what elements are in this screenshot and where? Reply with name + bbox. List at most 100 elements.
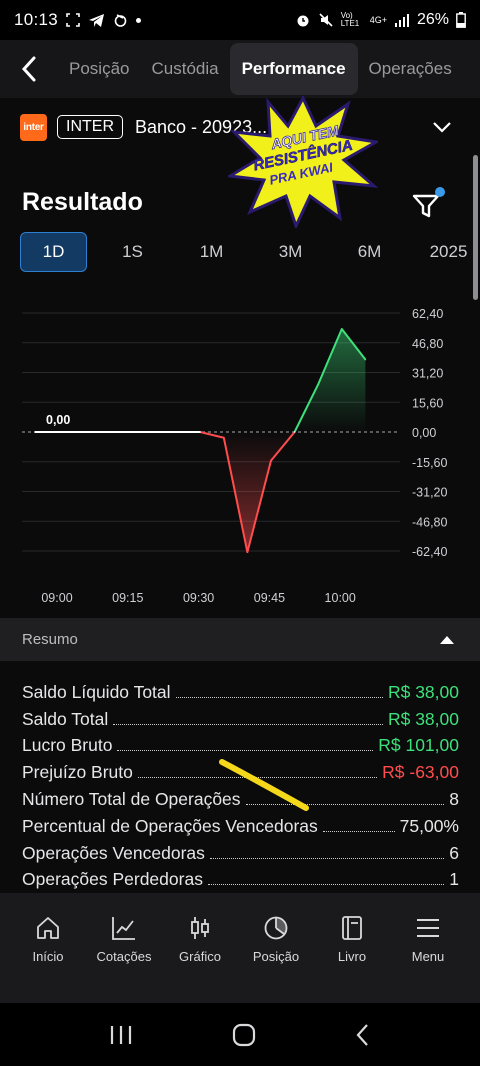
data-point	[317, 383, 320, 386]
summary-row-value: R$ 101,00	[378, 735, 459, 756]
data-point	[246, 551, 249, 553]
nav-inicio[interactable]: Início	[10, 893, 86, 1003]
nav-label: Cotações	[96, 949, 152, 964]
signal-icon	[394, 14, 409, 27]
book-icon	[342, 916, 362, 940]
dotted-leader	[322, 830, 395, 832]
battery-icon	[456, 12, 466, 28]
data-point	[128, 431, 131, 433]
candles-icon	[191, 917, 209, 939]
data-point	[34, 431, 36, 433]
y-tick-label: 31,20	[412, 367, 443, 381]
data-point	[152, 431, 154, 433]
summary-row-value: 8	[449, 788, 459, 809]
summary-row: Saldo Líquido Total R$ 38,00	[22, 676, 459, 703]
collapse-caret-icon[interactable]	[440, 635, 454, 644]
tab-custodia[interactable]: Custódia	[140, 43, 229, 95]
performance-chart: 62,40 46,80 31,20 15,60 0,00 -15,60 -31,20 -46,…	[22, 307, 447, 605]
y-tick-label: -15,60	[412, 456, 447, 470]
top-navigation: Posição Custódia Performance Operações	[0, 40, 480, 98]
chevron-down-icon[interactable]	[432, 121, 452, 133]
period-2025[interactable]: 2025	[415, 232, 480, 272]
data-point	[364, 358, 367, 361]
volte-indicator: Vo) LTE1	[340, 11, 360, 28]
period-1m[interactable]: 1M	[178, 232, 245, 272]
summary-row-value: R$ 38,00	[387, 681, 459, 702]
data-point	[341, 328, 343, 330]
period-6m[interactable]: 6M	[336, 232, 403, 272]
period-1s[interactable]: 1S	[99, 232, 166, 272]
dotted-leader	[175, 696, 383, 698]
data-point	[81, 431, 83, 433]
bottom-navigation: Início Cotações Gráfico Posição Livro Me…	[0, 893, 480, 1003]
tab-performance[interactable]: Performance	[229, 43, 358, 95]
data-point	[199, 431, 201, 433]
x-tick-label: 09:15	[112, 591, 143, 605]
home-icon	[37, 917, 59, 939]
telegram-icon	[89, 13, 105, 27]
y-tick-label: -62,40	[412, 545, 447, 559]
status-time: 10:13	[14, 10, 59, 29]
nav-label: Gráfico	[179, 949, 221, 964]
nav-label: Posição	[252, 949, 300, 964]
status-right-icons: Vo) LTE1 4G+ 26%	[295, 11, 466, 29]
filter-icon[interactable]	[410, 186, 446, 222]
data-point	[293, 431, 296, 433]
data-point	[105, 431, 107, 433]
dotted-leader	[209, 857, 445, 859]
trend-icon	[112, 917, 135, 940]
summary-row: Operações Vencedoras 6	[22, 837, 459, 864]
y-tick-label: -46,80	[412, 515, 447, 529]
y-tick-label: 0,00	[412, 426, 436, 440]
notification-dot	[136, 17, 142, 23]
summary-row-value: 6	[449, 842, 459, 863]
mute-icon	[319, 13, 333, 27]
broker-badge: INTER	[57, 115, 123, 139]
data-point	[175, 431, 178, 433]
section-title: Resultado	[22, 188, 143, 216]
tab-operacoes[interactable]: Operações	[358, 43, 463, 95]
system-navigation	[0, 1003, 480, 1066]
summary-row-label: Saldo Total	[22, 708, 109, 729]
nav-grafico[interactable]: Gráfico	[162, 893, 238, 1003]
scrollbar[interactable]	[473, 155, 478, 300]
network-indicator: 4G+	[369, 15, 387, 25]
nav-label: Início	[32, 949, 64, 964]
x-tick-label: 09:30	[183, 591, 214, 605]
home-button-icon[interactable]	[232, 1023, 256, 1047]
nav-cotacoes[interactable]: Cotações	[86, 893, 162, 1003]
battery-percent: 26%	[416, 11, 449, 28]
summary-row-value: R$ -63,00	[382, 762, 459, 783]
nav-livro[interactable]: Livro	[314, 893, 390, 1003]
recent-apps-icon[interactable]	[109, 1024, 133, 1046]
period-3m[interactable]: 3M	[257, 232, 324, 272]
sticker-overlay: AQUI TEM RESISTÊNCIA PRA KWAI	[228, 96, 378, 228]
start-value-label: 0,00	[46, 413, 70, 427]
yellow-highlight-mark	[219, 759, 309, 811]
data-point	[57, 431, 60, 433]
summary-row: Percentual de Operações Vencedoras 75,00%	[22, 810, 459, 837]
summary-header[interactable]: Resumo	[0, 618, 480, 661]
dotted-leader	[207, 884, 445, 886]
x-tick-label: 09:45	[254, 591, 285, 605]
y-tick-label: -31,20	[412, 486, 447, 500]
x-tick-label: 09:00	[41, 591, 72, 605]
nav-posicao[interactable]: Posição	[238, 893, 314, 1003]
period-1d[interactable]: 1D	[20, 232, 87, 272]
data-point	[223, 436, 225, 439]
summary-row-label: Operações Perdedoras	[22, 869, 203, 890]
back-button[interactable]	[0, 40, 58, 98]
period-selector: 1D 1S 1M 3M 6M 2025	[20, 232, 480, 272]
summary-row: Operações Perdedoras 1	[22, 864, 459, 891]
system-back-icon[interactable]	[355, 1023, 371, 1047]
summary-row-label: Percentual de Operações Vencedoras	[22, 815, 318, 836]
y-tick-label: 46,80	[412, 337, 443, 351]
dotted-leader	[113, 723, 383, 725]
summary-row-value: R$ 38,00	[387, 708, 459, 729]
menu-icon	[417, 919, 439, 937]
summary-row: Saldo Total R$ 38,00	[22, 703, 459, 730]
summary-row-label: Número Total de Operações	[22, 788, 241, 809]
nav-menu[interactable]: Menu	[390, 893, 466, 1003]
tab-posicao[interactable]: Posição	[58, 43, 140, 95]
nav-label: Livro	[337, 949, 367, 964]
